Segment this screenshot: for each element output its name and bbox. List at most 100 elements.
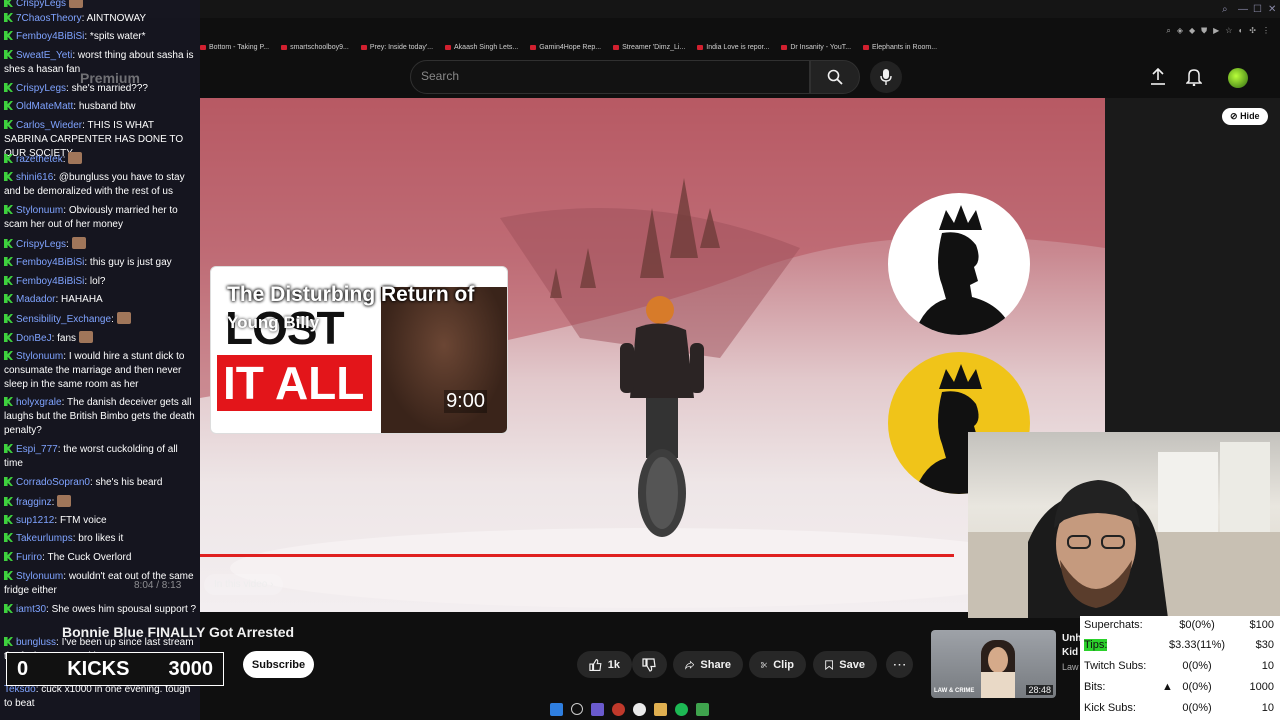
kick-badge-icon <box>4 637 13 646</box>
chat-text: she's his beard <box>95 477 163 488</box>
video-title: Bonnie Blue FINALLY Got Arrested <box>62 624 295 640</box>
bookmark-item[interactable]: Gamin4Hope Rep... <box>530 40 601 54</box>
zoom-icon[interactable]: ⌕ <box>1166 26 1170 36</box>
chat-username[interactable]: sup1212 <box>16 515 54 526</box>
voice-search-button[interactable] <box>870 61 902 93</box>
kick-badge-icon <box>4 172 13 181</box>
bookmark-item[interactable]: Streamer 'Dimz_Li... <box>613 40 685 54</box>
chat-username[interactable]: CorradoSopran0 <box>16 477 90 488</box>
chat-username[interactable]: SweatE_Yeti <box>16 50 72 61</box>
shield-icon[interactable]: ⛊ <box>1201 26 1207 36</box>
close-icon[interactable]: ✕ <box>1268 4 1276 15</box>
kick-badge-icon <box>4 477 13 486</box>
puzzle-icon[interactable]: ✣ <box>1249 26 1256 36</box>
chat-username[interactable]: Femboy4BiBiSi <box>16 276 84 287</box>
bookmark-item[interactable]: smartschoolboy9... <box>281 40 349 54</box>
kicks-label: KICKS <box>67 657 130 680</box>
chat-username[interactable]: Carlos_Wieder <box>16 120 82 131</box>
kick-badge-icon <box>4 83 13 92</box>
chat-username[interactable]: Espi_777 <box>16 444 58 455</box>
dislike-button[interactable] <box>632 651 667 678</box>
chat-username[interactable]: shini616 <box>16 172 53 183</box>
bookmark-item[interactable]: Dr Insanity - YouT... <box>781 40 851 54</box>
chat-username[interactable]: Femboy4BiBiSi <box>16 257 84 268</box>
share-label: Share <box>700 658 731 671</box>
spotify-icon[interactable] <box>675 702 688 716</box>
bookmark-item[interactable]: Elephants in Room... <box>863 40 937 54</box>
chat-username[interactable]: Sensibility_Exchange <box>16 314 111 325</box>
in-this-video-button[interactable]: In this video › <box>204 574 284 595</box>
player-character <box>620 296 704 537</box>
app-icon[interactable] <box>696 702 709 716</box>
progress-bar[interactable] <box>200 554 954 557</box>
menu-icon[interactable]: ⋮ <box>1262 26 1270 36</box>
subscribe-button[interactable]: Subscribe <box>243 651 314 678</box>
recommended-channel[interactable]: Law <box>1062 662 1079 672</box>
recommended-video-title[interactable]: Unh Kid <box>1062 632 1082 660</box>
search-button[interactable] <box>810 60 860 94</box>
extension-icon[interactable]: ◐ <box>1238 26 1243 36</box>
video-card[interactable]: LOST IT ALL The Disturbing Return of You… <box>210 266 508 434</box>
extension-icon[interactable]: ◈ <box>1177 26 1183 36</box>
search-input[interactable]: Search <box>410 60 810 94</box>
extension-icon[interactable]: ◆ <box>1189 26 1195 36</box>
star-icon[interactable]: ☆ <box>1225 26 1232 36</box>
chat-message: Espi_777: the worst cuckolding of all ti… <box>4 444 178 469</box>
share-icon <box>685 660 695 670</box>
bookmark-item[interactable]: India Love is repor... <box>697 40 769 54</box>
chat-username[interactable]: Stylonuum <box>16 571 63 582</box>
folder-icon[interactable] <box>654 702 667 716</box>
chat-message: Femboy4BiBiSi: this guy is just gay <box>4 256 198 270</box>
restore-icon[interactable]: — <box>1238 4 1248 15</box>
chat-username[interactable]: razethetek <box>16 154 63 165</box>
chat-username[interactable]: CrispyLegs <box>16 83 66 94</box>
chat-message: shini616: @bungluss you have to stay and… <box>4 172 185 197</box>
notifications-button[interactable] <box>1185 68 1203 91</box>
stat-value: 0(0%) <box>1182 681 1212 693</box>
chat-username[interactable]: fragginz <box>16 497 52 508</box>
scissors-icon <box>761 661 767 668</box>
windows-start-icon[interactable] <box>550 702 563 716</box>
more-actions-button[interactable]: ⋯ <box>886 651 913 678</box>
save-button[interactable]: Save <box>813 651 877 678</box>
bookmark-item[interactable]: Akaash Singh Lets... <box>445 40 518 54</box>
like-button[interactable]: 1k <box>577 651 632 678</box>
bookmark-item[interactable]: Bottom - Taking P... <box>200 40 269 54</box>
save-label: Save <box>839 658 865 671</box>
chat-username[interactable]: Madador <box>16 294 55 305</box>
side-panel <box>1105 98 1280 432</box>
share-button[interactable]: Share <box>673 651 743 678</box>
hide-button[interactable]: ⊘ Hide <box>1222 108 1268 125</box>
chat-username[interactable]: OldMateMatt <box>16 101 73 112</box>
stat-row-twitch-subs: Twitch Subs: 0(0%) 10 <box>1084 657 1276 677</box>
chat-username[interactable]: iamt30 <box>16 604 46 615</box>
chat-username[interactable]: Stylonuum <box>16 351 63 362</box>
maximize-icon[interactable]: ☐ <box>1253 4 1262 15</box>
chrome-icon[interactable] <box>633 702 646 716</box>
extension-icon[interactable]: ▶ <box>1213 26 1219 36</box>
chat-username[interactable]: bungluss <box>16 637 56 648</box>
kick-badge-icon <box>4 50 13 59</box>
chat-username[interactable]: CrispyLegs <box>16 239 66 250</box>
chat-username[interactable]: Furiro <box>16 552 42 563</box>
stat-goal: $30 <box>1255 639 1274 651</box>
app-icon[interactable] <box>612 702 625 716</box>
recommended-video-thumbnail[interactable]: LAW & CRIME 28:48 <box>931 630 1056 698</box>
chat-username[interactable]: holyxgrale <box>16 397 62 408</box>
create-button[interactable] <box>1150 67 1166 91</box>
chat-username[interactable]: Stylonuum <box>16 205 63 216</box>
minimize-icon[interactable]: ⌕ <box>1222 4 1228 15</box>
chat-username[interactable]: Takeurlumps <box>16 533 73 544</box>
clip-button[interactable]: Clip <box>749 651 806 678</box>
chat-username[interactable]: DonBeJ <box>16 333 52 344</box>
chat-message: Takeurlumps: bro likes it <box>4 532 198 546</box>
avatar[interactable] <box>1228 68 1248 88</box>
chat-username[interactable]: 7ChaosTheory <box>16 13 82 24</box>
chat-username[interactable]: Femboy4BiBiSi <box>16 31 84 42</box>
bookmark-item[interactable]: Prey: Inside today'... <box>361 40 433 54</box>
chat-message: Femboy4BiBiSi: lol? <box>4 275 198 289</box>
chat-username[interactable]: CrispyLegs <box>16 0 66 9</box>
search-icon[interactable] <box>571 703 583 715</box>
chat-message: Furiro: The Cuck Overlord <box>4 551 198 565</box>
discord-icon[interactable] <box>591 702 604 716</box>
